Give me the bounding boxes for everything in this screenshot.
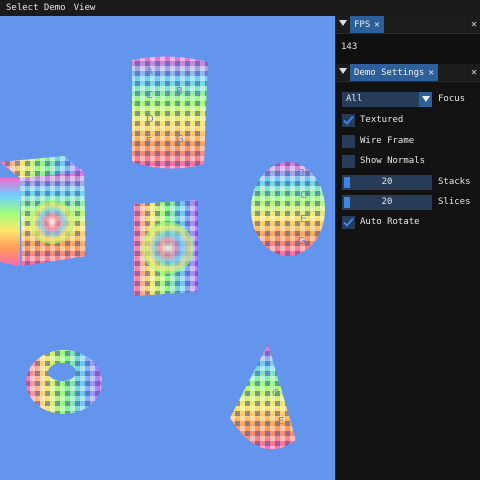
slices-row: 20 Slices xyxy=(342,194,477,210)
svg-text:D: D xyxy=(146,114,154,125)
tab-label: Demo Settings xyxy=(354,67,425,78)
textured-sphere: B C E G xyxy=(251,162,325,256)
settings-tab-bar: Demo Settings ✕ ✕ xyxy=(336,64,480,82)
auto-rotate-checkbox[interactable] xyxy=(342,215,355,229)
textured-cylinder: A C D F B G xyxy=(132,56,208,169)
fps-value: 143 xyxy=(341,42,358,52)
window-menu-triangle-down-icon[interactable] xyxy=(339,20,347,26)
stacks-row: 20 Stacks xyxy=(342,174,477,190)
menu-view[interactable]: View xyxy=(70,0,100,16)
demo-select-value: All xyxy=(346,94,363,104)
stacks-label: Stacks xyxy=(438,177,471,187)
textured-torus xyxy=(26,350,102,414)
demo-select-combo[interactable]: All xyxy=(342,91,432,107)
tab-close-icon[interactable]: ✕ xyxy=(374,20,379,30)
window-close-icon[interactable]: ✕ xyxy=(471,66,477,79)
fps-tab-bar: FPS ✕ ✕ xyxy=(336,16,480,34)
auto-rotate-row: Auto Rotate xyxy=(342,214,477,230)
render-viewport[interactable]: A C D F B G B C E G C E xyxy=(0,16,335,480)
svg-text:G: G xyxy=(298,236,306,247)
textured-cone: C E xyxy=(230,344,296,450)
svg-text:C: C xyxy=(300,190,307,201)
svg-text:G: G xyxy=(176,134,184,145)
svg-text:C: C xyxy=(146,90,153,101)
svg-text:B: B xyxy=(176,86,183,97)
tab-label: FPS xyxy=(354,19,371,30)
svg-text:B: B xyxy=(298,168,305,179)
stacks-slider[interactable]: 20 xyxy=(342,174,432,190)
auto-rotate-label: Auto Rotate xyxy=(360,217,420,227)
fps-window: FPS ✕ ✕ 143 xyxy=(335,16,480,64)
menu-bar: Select Demo View xyxy=(0,0,480,16)
svg-text:C: C xyxy=(272,388,279,399)
svg-text:E: E xyxy=(278,416,284,427)
slices-label: Slices xyxy=(438,197,471,207)
show-normals-label: Show Normals xyxy=(360,156,426,166)
stacks-value: 20 xyxy=(381,177,393,187)
textured-row: Textured xyxy=(342,112,477,128)
focus-label: Focus xyxy=(438,94,466,104)
tab-close-icon[interactable]: ✕ xyxy=(428,68,433,78)
svg-text:F: F xyxy=(146,136,152,147)
wireframe-row: Wire Frame xyxy=(342,133,477,149)
slices-slider[interactable]: 20 xyxy=(342,194,432,210)
textured-plane xyxy=(134,200,198,296)
window-close-icon[interactable]: ✕ xyxy=(471,18,477,31)
slider-grab[interactable] xyxy=(344,196,350,208)
show-normals-row: Show Normals xyxy=(342,153,477,169)
menu-select-demo[interactable]: Select Demo xyxy=(0,0,70,16)
textured-cube xyxy=(0,156,86,266)
tab-demo-settings[interactable]: Demo Settings ✕ xyxy=(350,64,438,81)
wireframe-label: Wire Frame xyxy=(360,136,415,146)
wireframe-checkbox[interactable] xyxy=(342,134,355,148)
window-menu-triangle-down-icon[interactable] xyxy=(339,68,347,74)
textured-checkbox[interactable] xyxy=(342,113,355,127)
demo-select-row: All Focus xyxy=(342,91,477,107)
textured-label: Textured xyxy=(360,115,404,125)
svg-text:A: A xyxy=(146,66,153,77)
show-normals-checkbox[interactable] xyxy=(342,154,355,168)
svg-text:E: E xyxy=(300,214,306,225)
demo-settings-window: Demo Settings ✕ ✕ All Focus Textured Wir… xyxy=(335,64,480,480)
checkmark-icon xyxy=(343,115,354,125)
checkmark-icon xyxy=(343,217,354,227)
slider-grab[interactable] xyxy=(344,176,350,188)
triangle-down-icon[interactable] xyxy=(419,91,432,107)
slices-value: 20 xyxy=(381,197,393,207)
tab-fps[interactable]: FPS ✕ xyxy=(350,16,384,33)
